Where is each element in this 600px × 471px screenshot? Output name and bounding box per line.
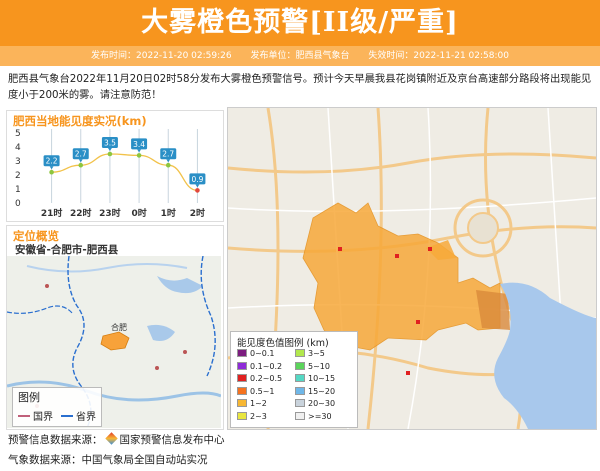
visibility-label-pointer xyxy=(49,166,54,170)
legend-item: 0.5~1 xyxy=(237,386,275,397)
legend-item: 1~2 xyxy=(237,399,267,409)
visibility-panel: 肥西当地能见度实况(km) 0 1 2 3 4 5 2.2 2.7 3.5 3.4 2.7 0.9 21… xyxy=(6,110,224,222)
x-tick-label: 22时 xyxy=(70,207,92,219)
visibility-data-label: 2.7 xyxy=(162,150,174,159)
y-tick-label: 4 xyxy=(15,143,21,153)
legend-country-border: 国界 xyxy=(18,408,53,423)
visibility-label-pointer xyxy=(107,148,112,151)
y-tick-label: 1 xyxy=(15,185,21,195)
legend-label: 5~10 xyxy=(308,361,330,371)
legend-province-border: 省界 xyxy=(61,408,96,423)
legend-label: 0.5~1 xyxy=(250,386,275,396)
legend-swatch xyxy=(237,412,247,420)
visibility-point xyxy=(78,162,84,168)
legend-item: 15~20 xyxy=(295,386,336,397)
visibility-label-pointer xyxy=(166,159,171,163)
weather-source-line: 气象数据来源：中国气象局全国自动站实况 xyxy=(8,454,208,466)
y-tick-label: 3 xyxy=(15,157,21,167)
legend-swatch xyxy=(295,412,305,420)
legend-label: 0.2~0.5 xyxy=(250,374,283,384)
visibility-data-label: 2.7 xyxy=(75,150,87,159)
legend-item: >=30 xyxy=(295,412,332,422)
legend-item: 0.1~0.2 xyxy=(237,361,283,372)
y-tick-label: 5 xyxy=(15,129,21,139)
warning-source-name: 国家预警信息发布中心 xyxy=(119,434,225,446)
visibility-label-pointer xyxy=(78,159,83,163)
warning-source-line: 预警信息数据来源： 国家预警信息发布中心 xyxy=(8,432,225,447)
legend-label: 0~0.1 xyxy=(250,349,275,358)
visibility-point xyxy=(49,169,54,175)
mini-map-city-label: 合肥 xyxy=(111,322,127,332)
visibility-data-label: 0.9 xyxy=(191,175,203,184)
warning-title: 大雾橙色预警[II级/严重] xyxy=(141,7,459,38)
visibility-data-label: 3.4 xyxy=(133,140,145,149)
visibility-point xyxy=(107,151,113,157)
legend-item: 3~5 xyxy=(295,349,325,359)
visibility-data-label: 2.2 xyxy=(46,157,58,166)
legend-item: 2~3 xyxy=(237,412,267,422)
legend-label: >=30 xyxy=(308,412,332,421)
legend-swatch xyxy=(237,399,247,408)
nwi-logo-icon xyxy=(104,432,118,445)
country-border-line xyxy=(18,415,30,417)
legend-swatch xyxy=(237,361,247,370)
legend-swatch xyxy=(237,386,247,395)
legend-label: 0.1~0.2 xyxy=(250,361,283,371)
legend-item: 20~30 xyxy=(295,399,335,409)
legend-label: 3~5 xyxy=(308,349,325,358)
legend-swatch xyxy=(295,399,305,408)
x-tick-label: 21时 xyxy=(41,207,63,219)
issuer: 发布单位：肥西县气象台 xyxy=(250,51,350,61)
warning-header: 大雾橙色预警[II级/严重] xyxy=(0,0,600,46)
issue-time: 发布时间：2022-11-20 02:59:26 xyxy=(91,51,232,61)
y-tick-label: 0 xyxy=(15,199,21,209)
legend-item: 10~15 xyxy=(295,374,335,384)
x-tick-label: 2时 xyxy=(190,207,205,219)
x-tick-label: 0时 xyxy=(131,207,146,219)
province-border-line xyxy=(61,415,73,417)
visibility-series-line xyxy=(51,153,198,192)
visibility-point xyxy=(195,188,200,193)
visibility-point xyxy=(165,162,171,168)
mini-map-legend: 图例 国界 省界 xyxy=(12,387,102,427)
y-tick-label: 2 xyxy=(15,171,21,181)
visibility-color-legend: 能见度色值图例 (km) 0~0.1 0.1~0.2 0.2~0.5 0.5~1 1~2… xyxy=(230,331,358,428)
legend-swatch xyxy=(237,374,247,383)
visibility-chart: 0 1 2 3 4 5 2.2 2.7 3.5 3.4 2.7 0.9 21时 22时 23时 0时 1时 2时 xyxy=(15,129,206,219)
visibility-label-pointer xyxy=(137,149,142,153)
visibility-data-label: 3.5 xyxy=(104,139,116,148)
legend-label: 1~2 xyxy=(250,399,267,409)
legend-swatch xyxy=(237,349,247,357)
legend-item: 0.2~0.5 xyxy=(237,374,282,384)
expire-time: 失效时间：2022-11-21 02:58:00 xyxy=(368,51,509,61)
warning-description: 肥西县气象台2022年11月20日02时58分发布大雾橙色预警信号。预计今天早晨… xyxy=(8,73,592,101)
x-tick-label: 23时 xyxy=(99,207,121,219)
legend-label: 10~15 xyxy=(308,374,336,384)
warning-meta-bar: 发布时间：2022-11-20 02:59:26 发布单位：肥西县气象台 失效时… xyxy=(0,46,600,66)
x-tick-label: 1时 xyxy=(161,207,176,219)
legend-swatch xyxy=(295,374,305,383)
legend-item: 5~10 xyxy=(295,361,330,372)
visibility-label-pointer xyxy=(195,184,200,188)
warning-source-label: 预警信息数据来源： xyxy=(8,434,103,446)
legend-swatch xyxy=(295,386,305,395)
legend-item: 0~0.1 xyxy=(237,349,275,359)
visibility-point xyxy=(136,153,142,158)
legend-swatch xyxy=(295,349,305,357)
legend-swatch xyxy=(295,361,305,370)
location-region: 安徽省-合肥市-肥西县 xyxy=(15,244,119,256)
legend-label: 15~20 xyxy=(308,386,336,396)
legend-label: 20~30 xyxy=(308,399,336,409)
visibility-legend-title: 能见度色值图例 (km) xyxy=(237,338,329,349)
mini-map-legend-title: 图例 xyxy=(18,391,40,404)
legend-label: 2~3 xyxy=(250,412,267,421)
